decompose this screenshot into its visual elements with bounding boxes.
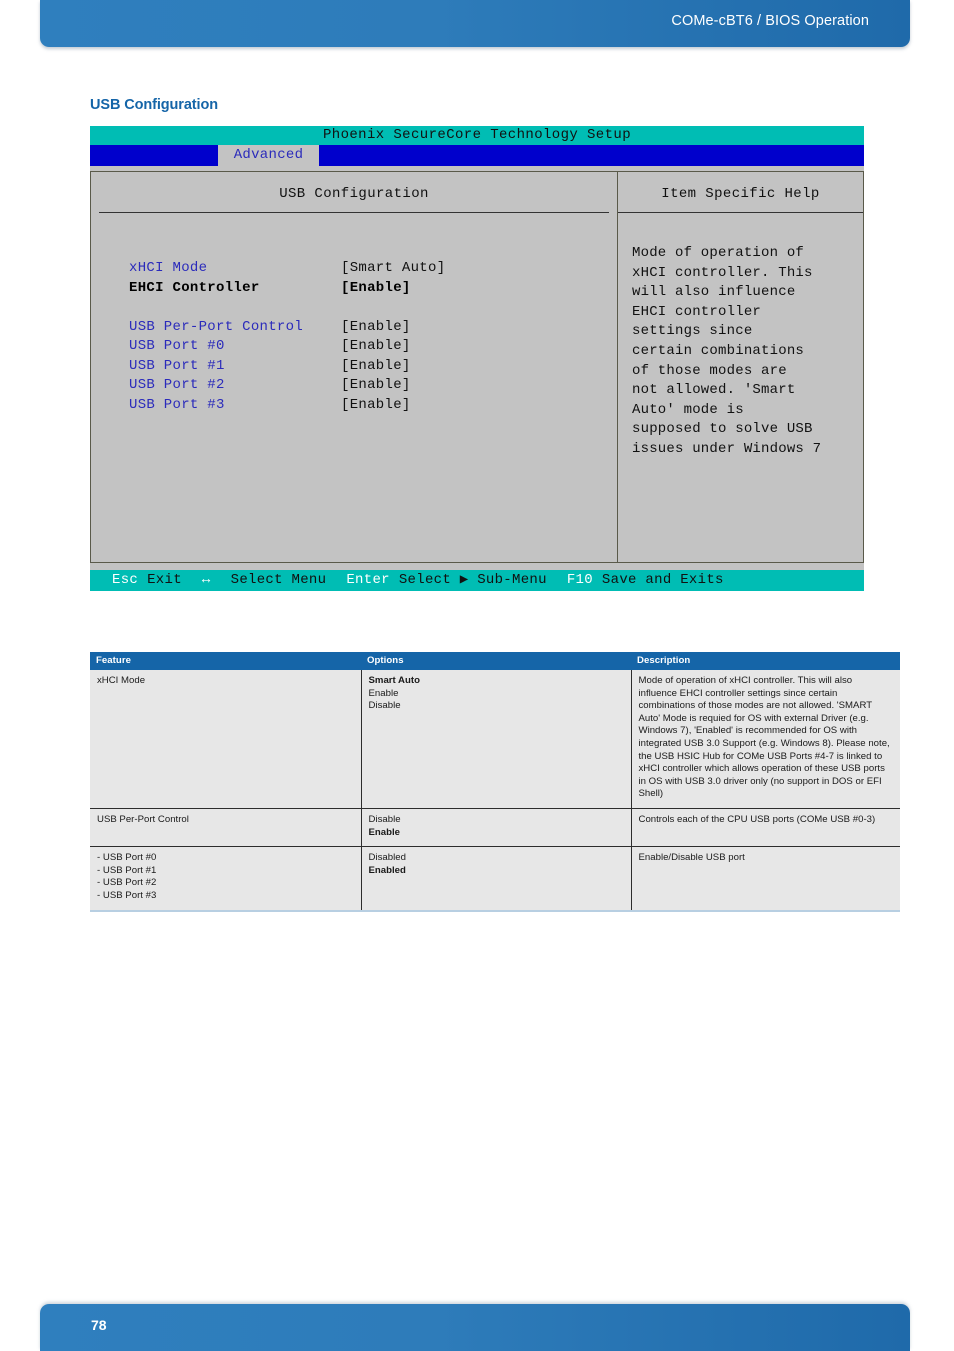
bios-settings-panel: USB Configuration xHCI Mode [Smart Auto]… — [91, 172, 617, 562]
table-row: - USB Port #0 - USB Port #1 - USB Port #… — [90, 846, 900, 912]
bios-setting-row[interactable]: EHCI Controller [Enable] — [129, 280, 599, 300]
bios-setting-value: [Enable] — [341, 396, 411, 413]
bios-key-f10-desc: Save and Exits — [601, 572, 724, 588]
settings-reference-table: Feature Options Description xHCI Mode Sm… — [90, 652, 900, 912]
table-header-row: Feature Options Description — [90, 652, 900, 670]
table-header-description: Description — [631, 652, 900, 670]
feature-line: - USB Port #2 — [97, 877, 157, 889]
bios-setting-label: EHCI Controller — [129, 279, 260, 296]
bios-menu-bar: Advanced — [90, 145, 864, 166]
bios-help-panel: Item Specific Help Mode of operation of … — [617, 172, 863, 562]
table-row: xHCI Mode Smart Auto Enable Disable Mode… — [90, 670, 900, 809]
bios-setting-value: [Enable] — [341, 318, 411, 335]
option-line: Smart Auto — [368, 675, 420, 686]
table-header-options: Options — [361, 652, 631, 670]
feature-line: - USB Port #0 — [97, 852, 157, 864]
bios-setting-row[interactable]: USB Port #2 [Enable] — [129, 377, 599, 397]
table-cell-options: Disable Enable — [360, 808, 631, 848]
bios-setting-spacer — [129, 299, 599, 319]
bios-body: USB Configuration xHCI Mode [Smart Auto]… — [90, 171, 864, 563]
bios-setting-row[interactable]: USB Port #3 [Enable] — [129, 397, 599, 417]
table-cell-options: Smart Auto Enable Disable — [360, 670, 631, 809]
bios-title-bar: Phoenix SecureCore Technology Setup — [90, 126, 864, 145]
page-title: USB Configuration — [90, 97, 218, 113]
option-line: Enabled — [368, 864, 406, 876]
bios-key-esc[interactable]: Esc — [112, 572, 138, 588]
bios-setting-value: [Enable] — [341, 377, 411, 393]
bios-key-f10[interactable]: F10 — [567, 572, 593, 588]
bios-setting-label: USB Port #1 — [129, 357, 225, 374]
table-cell-feature: - USB Port #0 - USB Port #1 - USB Port #… — [90, 846, 361, 912]
option-line: Enable — [368, 687, 399, 699]
divider — [618, 212, 863, 213]
table-cell-description: Controls each of the CPU USB ports (COMe… — [630, 808, 900, 848]
feature-line: - USB Port #3 — [97, 889, 157, 901]
option-line: Disabled — [368, 852, 406, 864]
bios-setting-row[interactable]: USB Port #1 [Enable] — [129, 358, 599, 378]
bios-key-enter-desc: Select ▶ Sub-Menu — [398, 572, 547, 588]
divider — [99, 212, 609, 213]
bios-status-bar: Esc Exit ↔ Select Menu Enter Select ▶ Sub-Men… — [90, 570, 864, 591]
table-cell-description: Mode of operation of xHCI controller. Th… — [630, 670, 900, 809]
bios-setting-value: [Smart Auto] — [341, 260, 446, 276]
bios-setting-label: USB Port #3 — [129, 396, 225, 413]
table-header-feature: Feature — [90, 652, 361, 670]
page-header-title: COMe-cBT6 / BIOS Operation — [671, 13, 869, 29]
bios-setting-value: [Enable] — [341, 279, 411, 296]
bios-left-panel-title: USB Configuration — [279, 186, 429, 202]
bios-key-enter[interactable]: Enter — [346, 572, 390, 588]
table-row: USB Per-Port Control Disable Enable Cont… — [90, 808, 900, 848]
bios-setting-label: USB Per-Port Control — [129, 318, 304, 335]
bios-key-esc-desc: Exit — [147, 572, 182, 588]
option-line: Disable — [368, 700, 401, 712]
page-footer-bar: 78 — [40, 1304, 910, 1351]
bios-setting-label: xHCI Mode — [129, 260, 208, 276]
table-cell-feature: USB Per-Port Control — [90, 808, 361, 848]
page-header-bar: COMe-cBT6 / BIOS Operation — [40, 0, 910, 47]
table-cell-options: Disabled Enabled — [360, 846, 631, 912]
bios-setup-screen: Phoenix SecureCore Technology Setup Adva… — [90, 126, 864, 591]
bios-settings-list: xHCI Mode [Smart Auto] EHCI Controller [… — [129, 260, 599, 416]
option-line: Enable — [368, 826, 401, 838]
bios-setting-row[interactable]: xHCI Mode [Smart Auto] — [129, 260, 599, 280]
bios-setting-value: [Enable] — [341, 338, 411, 354]
bios-setting-value: [Enable] — [341, 357, 411, 374]
feature-line: USB Per-Port Control — [97, 813, 189, 825]
bios-tab-advanced[interactable]: Advanced — [218, 145, 319, 166]
table-cell-feature: xHCI Mode — [90, 670, 361, 809]
bios-help-text: Mode of operation of xHCI controller. Th… — [632, 245, 822, 457]
bios-setting-label: USB Port #0 — [129, 338, 225, 354]
bios-right-panel-title: Item Specific Help — [661, 186, 820, 202]
table-cell-description: Enable/Disable USB port — [630, 846, 900, 912]
page-number: 78 — [91, 1317, 107, 1333]
bios-setting-row[interactable]: USB Port #0 [Enable] — [129, 338, 599, 358]
bios-setting-label: USB Port #2 — [129, 377, 225, 393]
feature-line: - USB Port #1 — [97, 864, 157, 876]
feature-line: xHCI Mode — [97, 675, 146, 686]
bios-setting-row[interactable]: USB Per-Port Control [Enable] — [129, 319, 599, 339]
bios-key-arrows-desc: Select Menu — [230, 572, 327, 588]
bios-key-arrows[interactable]: ↔ — [202, 572, 211, 588]
option-line: Disable — [368, 813, 401, 825]
